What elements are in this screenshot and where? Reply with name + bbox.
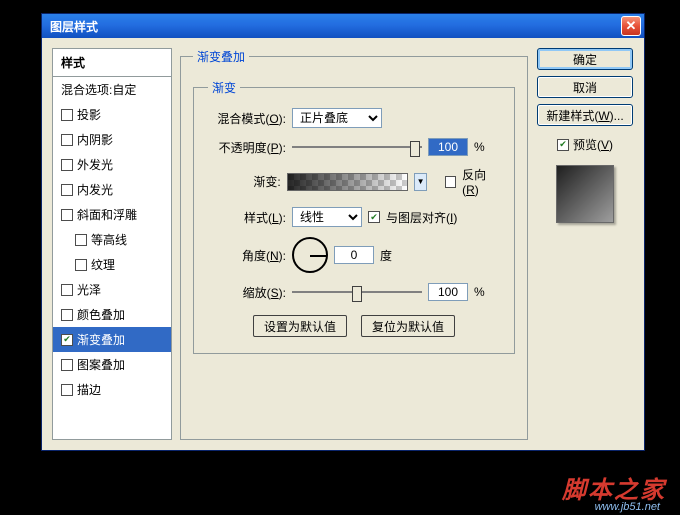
opacity-input[interactable]: [428, 138, 468, 156]
style-select[interactable]: 线性: [292, 207, 362, 227]
layer-style-dialog: 图层样式 ✕ 样式 混合选项:自定投影内阴影外发光内发光斜面和浮雕等高线纹理光泽…: [41, 13, 645, 451]
align-checkbox[interactable]: [368, 211, 380, 223]
right-panel: 确定 取消 新建样式(W)... 预览(V): [536, 48, 634, 440]
sidebar-label-4: 内发光: [77, 181, 113, 198]
sidebar-label-11: 图案叠加: [77, 356, 125, 373]
sidebar-item-2[interactable]: 内阴影: [53, 127, 171, 152]
window-title: 图层样式: [50, 18, 621, 35]
gradient-swatch[interactable]: [287, 173, 408, 191]
sidebar-checkbox-1[interactable]: [61, 109, 73, 121]
opacity-label: 不透明度(P):: [208, 139, 286, 156]
reverse-label: 反向(R): [462, 166, 500, 197]
inner-legend: 渐变: [208, 79, 240, 96]
sidebar-label-2: 内阴影: [77, 131, 113, 148]
sidebar-item-12[interactable]: 描边: [53, 377, 171, 402]
preview-label: 预览(V): [573, 136, 613, 153]
sidebar-checkbox-12[interactable]: [61, 384, 73, 396]
sidebar-checkbox-3[interactable]: [61, 159, 73, 171]
angle-label: 角度(N):: [208, 247, 286, 264]
sidebar-checkbox-11[interactable]: [61, 359, 73, 371]
sidebar-checkbox-2[interactable]: [61, 134, 73, 146]
sidebar-label-3: 外发光: [77, 156, 113, 173]
angle-input[interactable]: [334, 246, 374, 264]
sidebar-item-10[interactable]: 渐变叠加: [53, 327, 171, 352]
sidebar-checkbox-9[interactable]: [61, 309, 73, 321]
sidebar-checkbox-5[interactable]: [61, 209, 73, 221]
sidebar-item-9[interactable]: 颜色叠加: [53, 302, 171, 327]
gradient-overlay-group: 渐变叠加 渐变 混合模式(O): 正片叠底 不透明度(P): % 渐变:: [180, 48, 528, 440]
sidebar-checkbox-4[interactable]: [61, 184, 73, 196]
titlebar[interactable]: 图层样式 ✕: [42, 14, 644, 38]
sidebar-label-10: 渐变叠加: [77, 331, 125, 348]
sidebar-item-4[interactable]: 内发光: [53, 177, 171, 202]
sidebar-item-3[interactable]: 外发光: [53, 152, 171, 177]
percent-label-2: %: [474, 285, 485, 299]
angle-dial[interactable]: [292, 237, 328, 273]
new-style-button[interactable]: 新建样式(W)...: [537, 104, 633, 126]
sidebar-item-11[interactable]: 图案叠加: [53, 352, 171, 377]
sidebar-label-12: 描边: [77, 381, 101, 398]
gradient-group: 渐变 混合模式(O): 正片叠底 不透明度(P): % 渐变:: [193, 79, 515, 354]
angle-unit: 度: [380, 247, 392, 264]
sidebar-item-8[interactable]: 光泽: [53, 277, 171, 302]
sidebar-item-7[interactable]: 纹理: [53, 252, 171, 277]
gradient-label: 渐变:: [208, 173, 281, 190]
sidebar-label-5: 斜面和浮雕: [77, 206, 137, 223]
sidebar-label-7: 纹理: [91, 256, 115, 273]
blend-mode-label: 混合模式(O):: [208, 110, 286, 127]
sidebar-label-8: 光泽: [77, 281, 101, 298]
sidebar-label-6: 等高线: [91, 231, 127, 248]
sidebar-checkbox-10[interactable]: [61, 334, 73, 346]
reverse-checkbox[interactable]: [445, 176, 456, 188]
set-default-button[interactable]: 设置为默认值: [253, 315, 347, 337]
styles-sidebar: 样式 混合选项:自定投影内阴影外发光内发光斜面和浮雕等高线纹理光泽颜色叠加渐变叠…: [52, 48, 172, 440]
ok-button[interactable]: 确定: [537, 48, 633, 70]
group-legend: 渐变叠加: [193, 48, 249, 65]
close-button[interactable]: ✕: [621, 16, 641, 36]
main-panel: 渐变叠加 渐变 混合模式(O): 正片叠底 不透明度(P): % 渐变:: [180, 48, 528, 440]
sidebar-checkbox-6[interactable]: [75, 234, 87, 246]
opacity-slider[interactable]: [292, 140, 422, 154]
sidebar-checkbox-7[interactable]: [75, 259, 87, 271]
sidebar-header: 样式: [53, 49, 171, 77]
gradient-dropdown[interactable]: ▼: [414, 173, 427, 191]
sidebar-label-0: 混合选项:自定: [61, 81, 136, 98]
sidebar-item-6[interactable]: 等高线: [53, 227, 171, 252]
sidebar-checkbox-8[interactable]: [61, 284, 73, 296]
preview-swatch: [556, 165, 614, 223]
scale-slider[interactable]: [292, 285, 422, 299]
scale-input[interactable]: [428, 283, 468, 301]
sidebar-label-9: 颜色叠加: [77, 306, 125, 323]
sidebar-item-1[interactable]: 投影: [53, 102, 171, 127]
align-label: 与图层对齐(I): [386, 209, 457, 226]
sidebar-item-5[interactable]: 斜面和浮雕: [53, 202, 171, 227]
sidebar-label-1: 投影: [77, 106, 101, 123]
style-label: 样式(L):: [208, 209, 286, 226]
blend-mode-select[interactable]: 正片叠底: [292, 108, 382, 128]
cancel-button[interactable]: 取消: [537, 76, 633, 98]
scale-label: 缩放(S):: [208, 284, 286, 301]
watermark-url: www.jb51.net: [595, 501, 660, 513]
preview-checkbox[interactable]: [557, 139, 569, 151]
sidebar-item-0[interactable]: 混合选项:自定: [53, 77, 171, 102]
watermark-text: 脚本之家: [562, 470, 666, 505]
reset-default-button[interactable]: 复位为默认值: [361, 315, 455, 337]
percent-label: %: [474, 140, 485, 154]
